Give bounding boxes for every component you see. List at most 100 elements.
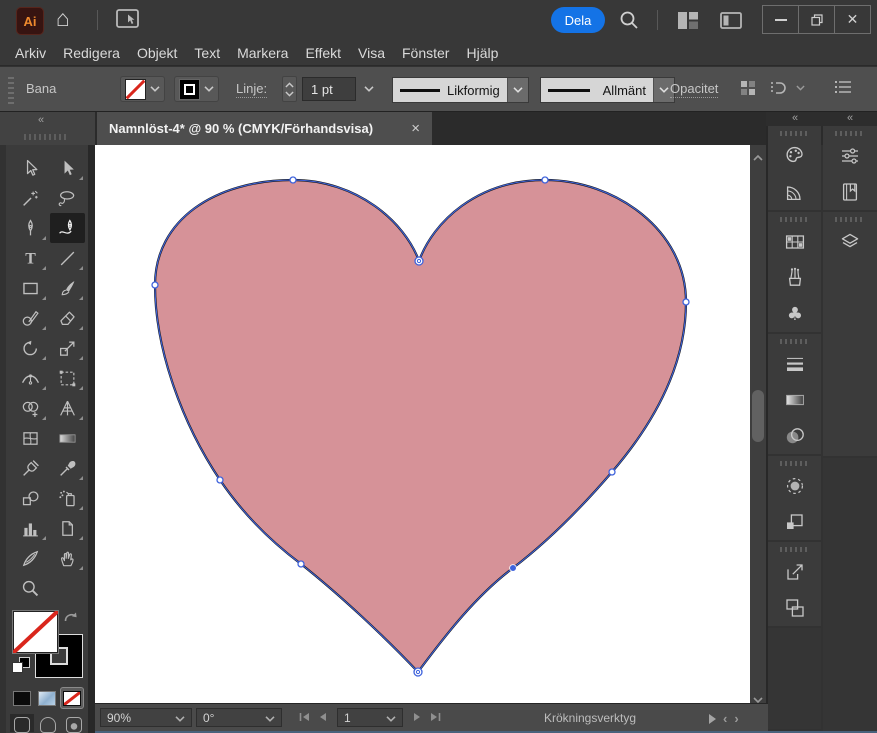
anchor-point[interactable] bbox=[298, 561, 304, 567]
previous-artboard-icon[interactable] bbox=[318, 712, 327, 722]
panel-icon-gradient[interactable] bbox=[768, 382, 821, 418]
last-artboard-icon[interactable] bbox=[429, 712, 442, 722]
tool-knife[interactable] bbox=[13, 543, 48, 573]
anchor-point[interactable] bbox=[542, 177, 548, 183]
swap-fill-stroke-icon[interactable] bbox=[63, 610, 79, 630]
menu-markera[interactable]: Markera bbox=[237, 45, 288, 61]
tool-blend[interactable] bbox=[13, 483, 48, 513]
draw-normal-button[interactable] bbox=[10, 714, 34, 732]
document-tab[interactable]: Namnlöst-4* @ 90 % (CMYK/Förhandsvisa) × bbox=[97, 112, 432, 145]
next-artboard-icon[interactable] bbox=[413, 712, 422, 722]
workspace-switcher-icon[interactable] bbox=[720, 12, 742, 34]
brush-definition-dropdown[interactable]: Allmänt bbox=[540, 77, 675, 103]
menu-objekt[interactable]: Objekt bbox=[137, 45, 177, 61]
panel-icon-appearance[interactable] bbox=[768, 468, 821, 504]
tool-pen[interactable] bbox=[13, 213, 48, 243]
panel-icon-artboards[interactable] bbox=[768, 590, 821, 626]
scrollbar-thumb[interactable] bbox=[752, 390, 764, 442]
panel-icon-symbols[interactable]: ♣ bbox=[768, 296, 821, 332]
collapse-panels-icon[interactable]: « bbox=[792, 112, 799, 124]
gradient-button[interactable] bbox=[36, 688, 58, 708]
tool-rectangle[interactable] bbox=[13, 273, 48, 303]
chevron-down-icon[interactable] bbox=[508, 78, 528, 102]
panel-icon-asset-export[interactable] bbox=[768, 554, 821, 590]
anchor-point[interactable] bbox=[290, 177, 296, 183]
stroke-weight-link[interactable]: Linje: bbox=[236, 81, 267, 98]
panel-grip[interactable] bbox=[780, 339, 810, 344]
close-button[interactable]: ✕ bbox=[834, 5, 871, 34]
isolate-selected-object-icon[interactable] bbox=[770, 80, 805, 96]
collapse-toolbar-icon[interactable]: « bbox=[38, 114, 45, 126]
anchor-point[interactable] bbox=[609, 469, 615, 475]
menu-visa[interactable]: Visa bbox=[358, 45, 385, 61]
tool-lasso[interactable] bbox=[50, 183, 85, 213]
tool-width[interactable] bbox=[13, 363, 48, 393]
stroke-weight-stepper[interactable] bbox=[282, 76, 297, 102]
toolbar-grip[interactable] bbox=[24, 134, 68, 140]
collapse-panels-icon[interactable]: « bbox=[847, 112, 854, 124]
scroll-left-icon[interactable]: ‹ bbox=[723, 711, 727, 726]
tool-shape-builder[interactable] bbox=[13, 393, 48, 423]
anchor-point[interactable] bbox=[683, 299, 689, 305]
tool-mesh[interactable] bbox=[13, 423, 48, 453]
panel-grip[interactable] bbox=[780, 547, 810, 552]
stroke-color-dropdown[interactable] bbox=[174, 76, 219, 102]
tool-selection[interactable] bbox=[13, 153, 48, 183]
touch-workspace-icon[interactable] bbox=[116, 9, 142, 36]
tool-column-graph[interactable] bbox=[13, 513, 48, 543]
anchor-point-ring[interactable] bbox=[415, 257, 423, 265]
tool-eraser[interactable] bbox=[50, 303, 85, 333]
vertical-scrollbar[interactable] bbox=[750, 145, 766, 703]
panel-icon-transparency[interactable] bbox=[768, 418, 821, 454]
panel-menu-icon[interactable] bbox=[834, 80, 852, 99]
align-options-icon[interactable] bbox=[740, 80, 756, 101]
tool-line-segment[interactable] bbox=[50, 243, 85, 273]
anchor-point-selected[interactable] bbox=[510, 565, 517, 572]
tool-rotate[interactable] bbox=[13, 333, 48, 363]
panel-grip[interactable] bbox=[835, 217, 865, 222]
none-button[interactable] bbox=[61, 688, 83, 708]
tool-gradient[interactable] bbox=[50, 423, 85, 453]
tool-paintbrush[interactable] bbox=[50, 273, 85, 303]
tool-artboard[interactable] bbox=[50, 513, 85, 543]
menu-hjlp[interactable]: Hjälp bbox=[466, 45, 498, 61]
tool-perspective-grid[interactable] bbox=[50, 393, 85, 423]
panel-icon-color[interactable] bbox=[768, 138, 821, 174]
tool-symbol-sprayer[interactable] bbox=[50, 483, 85, 513]
menu-fnster[interactable]: Fönster bbox=[402, 45, 449, 61]
artboard-canvas[interactable] bbox=[95, 145, 750, 703]
menu-text[interactable]: Text bbox=[194, 45, 220, 61]
tool-scale[interactable] bbox=[50, 333, 85, 363]
tool-zoom[interactable] bbox=[13, 573, 48, 603]
panel-icon-properties[interactable] bbox=[823, 138, 877, 174]
color-button[interactable] bbox=[11, 688, 33, 708]
panel-icon-brushes[interactable] bbox=[768, 260, 821, 296]
search-icon[interactable] bbox=[618, 9, 640, 36]
controlbar-grip-handle[interactable] bbox=[8, 75, 14, 104]
panel-icon-color-guide[interactable] bbox=[768, 174, 821, 210]
tool-direct-selection[interactable] bbox=[50, 153, 85, 183]
share-button[interactable]: Dela bbox=[551, 7, 605, 33]
anchor-point[interactable] bbox=[217, 477, 223, 483]
panel-icon-swatches[interactable] bbox=[768, 224, 821, 260]
draw-behind-button[interactable] bbox=[36, 714, 60, 732]
panel-icon-stroke[interactable] bbox=[768, 346, 821, 382]
fill-color-indicator[interactable] bbox=[12, 610, 59, 654]
tool-puppet-warp[interactable] bbox=[13, 453, 48, 483]
default-fill-stroke-icon[interactable] bbox=[12, 657, 30, 673]
tool-curvature[interactable] bbox=[50, 213, 85, 243]
minimize-button[interactable] bbox=[762, 5, 799, 34]
status-menu-icon[interactable] bbox=[709, 714, 716, 724]
artboard-number-field[interactable]: 1 bbox=[337, 708, 403, 727]
tool-shaper[interactable] bbox=[13, 303, 48, 333]
menu-arkiv[interactable]: Arkiv bbox=[15, 45, 46, 61]
panel-grip[interactable] bbox=[780, 461, 810, 466]
panel-grip[interactable] bbox=[780, 131, 810, 136]
heart-shape[interactable] bbox=[155, 180, 686, 672]
panel-grip[interactable] bbox=[780, 217, 810, 222]
stroke-weight-input[interactable]: 1 pt bbox=[302, 77, 356, 101]
stroke-weight-dropdown[interactable] bbox=[360, 77, 378, 101]
fill-color-dropdown[interactable] bbox=[120, 76, 165, 102]
tool-hand[interactable] bbox=[50, 543, 85, 573]
panel-icon-libraries[interactable] bbox=[823, 174, 877, 210]
